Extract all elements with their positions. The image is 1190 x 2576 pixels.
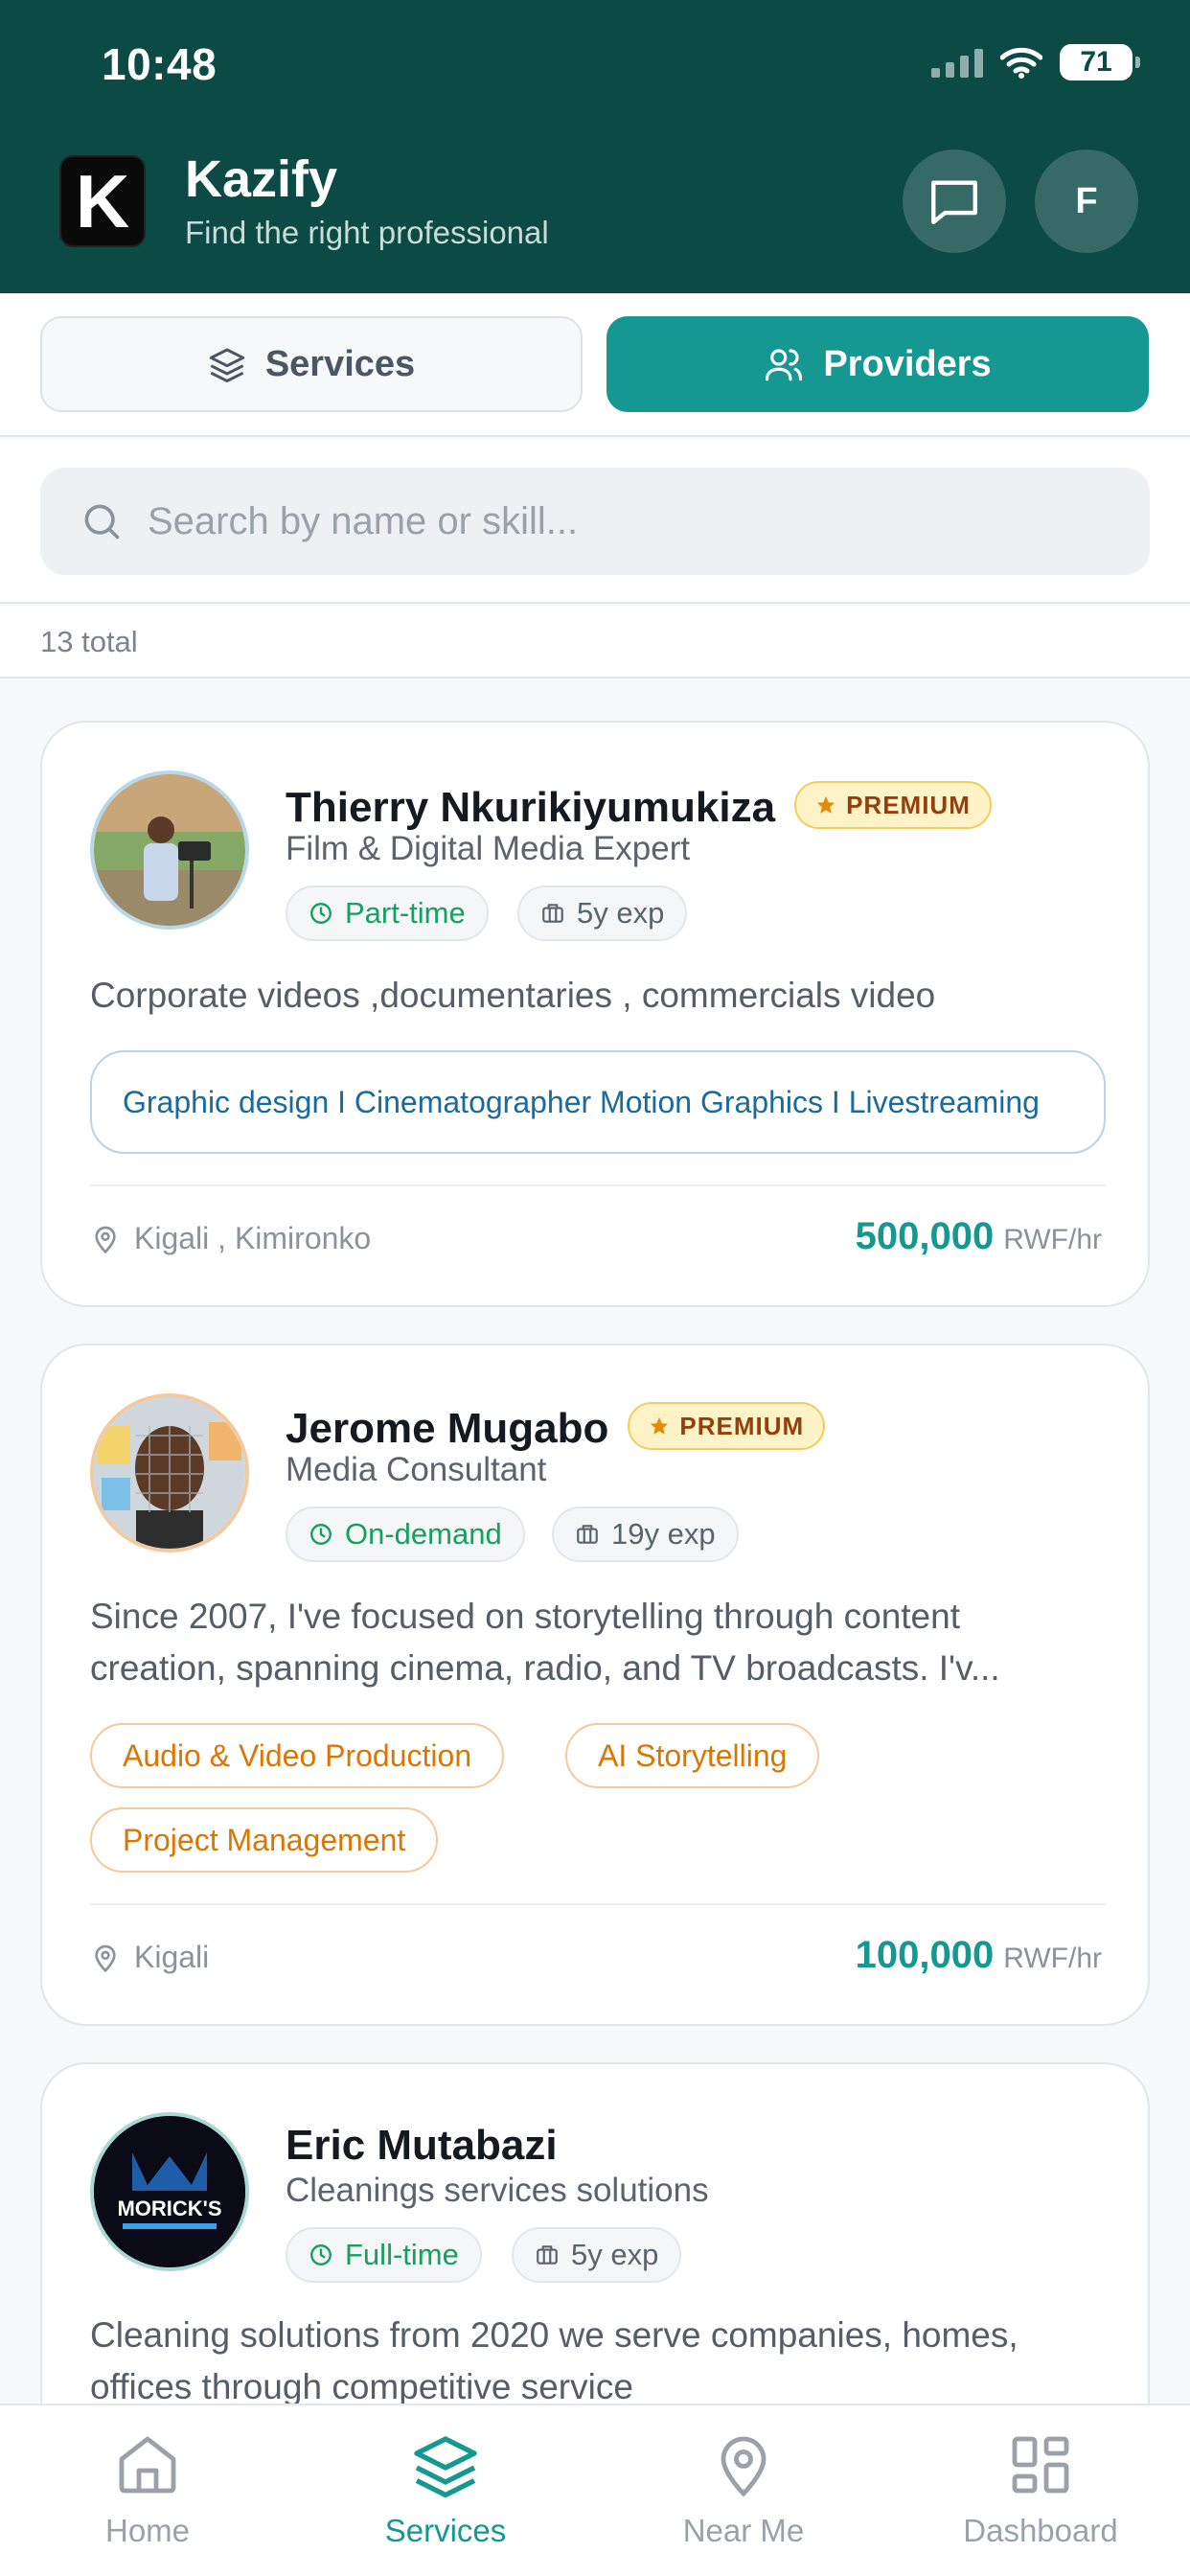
- clock-icon: [310, 1524, 332, 1545]
- clock-icon: [310, 903, 332, 924]
- price-unit: RWF/hr: [1003, 1943, 1102, 1974]
- tab-services-label: Services: [264, 343, 416, 384]
- tab-services[interactable]: Services: [40, 316, 583, 412]
- signal-icon: [931, 47, 983, 78]
- provider-location: Kigali , Kimironko: [90, 1221, 371, 1256]
- availability-chip: On-demand: [286, 1506, 525, 1562]
- nav-dashboard[interactable]: Dashboard: [926, 2430, 1156, 2549]
- results-count: 13 total: [40, 625, 138, 658]
- availability-label: Part-time: [345, 896, 466, 930]
- tab-providers[interactable]: Providers: [606, 316, 1149, 412]
- star-icon: [651, 1417, 669, 1436]
- status-icons: 71: [931, 44, 1140, 80]
- provider-name: Eric Mutabazi: [286, 2122, 558, 2169]
- star-icon: [816, 796, 835, 815]
- layers-icon: [414, 2436, 477, 2498]
- clock-icon: [310, 2244, 332, 2266]
- location-label: Kigali , Kimironko: [134, 1221, 372, 1255]
- skill-tag: Graphic design I Cinematographer Motion …: [90, 1050, 1106, 1154]
- view-tabs: Services Providers: [0, 293, 1190, 437]
- app-subtitle: Find the right professional: [185, 215, 549, 250]
- provider-description: Since 2007, I've focused on storytelling…: [90, 1597, 1000, 1688]
- nav-home-label: Home: [104, 2513, 191, 2548]
- search-icon: [84, 504, 120, 540]
- premium-badge: PREMIUM: [794, 781, 992, 830]
- provider-description: Cleaning solutions from 2020 we serve co…: [90, 2315, 1018, 2406]
- provider-card[interactable]: Thierry Nkurikiyumukiza PREMIUM Film & Di…: [40, 721, 1150, 1307]
- nav-dashboard-label: Dashboard: [963, 2513, 1118, 2548]
- map-pin-icon: [95, 1944, 116, 1972]
- layers-icon: [209, 348, 244, 382]
- briefcase-icon: [542, 904, 563, 923]
- experience-chip: 5y exp: [512, 2227, 682, 2283]
- price-amount: 100,000: [855, 1934, 995, 1976]
- premium-label: PREMIUM: [679, 1411, 805, 1440]
- messages-button[interactable]: [903, 150, 1006, 253]
- users-icon: [766, 349, 803, 381]
- tab-providers-label: Providers: [823, 343, 992, 384]
- premium-label: PREMIUM: [846, 790, 971, 819]
- experience-label: 19y exp: [611, 1517, 716, 1551]
- status-time: 10:48: [102, 39, 217, 89]
- card-divider: [90, 1184, 1106, 1186]
- map-pin-icon: [95, 1226, 116, 1254]
- app-header: 10:48 71 K Kazify Find the right profess…: [0, 0, 1190, 293]
- location-label: Kigali: [134, 1940, 210, 1974]
- card-divider: [90, 1903, 1106, 1905]
- battery-indicator: 71: [1060, 44, 1140, 80]
- skill-tag: AI Storytelling: [565, 1723, 820, 1788]
- provider-description: Corporate videos ,documentaries , commer…: [90, 976, 936, 1015]
- search-box[interactable]: [40, 468, 1150, 575]
- grid-icon: [1012, 2436, 1069, 2494]
- provider-role: Film & Digital Media Expert: [286, 830, 691, 867]
- chat-icon: [931, 180, 977, 224]
- price-amount: 500,000: [855, 1215, 995, 1257]
- provider-name: Jerome Mugabo: [286, 1405, 609, 1452]
- provider-avatar: [90, 1393, 249, 1552]
- provider-location: Kigali: [90, 1940, 209, 1975]
- profile-avatar-button[interactable]: F: [1035, 150, 1138, 253]
- avatar-logo-text: MORICK'S: [117, 2196, 221, 2220]
- nav-near-me-label: Near Me: [682, 2513, 805, 2548]
- price-unit: RWF/hr: [1003, 1224, 1102, 1255]
- nav-services[interactable]: Services: [331, 2430, 561, 2549]
- briefcase-icon: [537, 2245, 558, 2265]
- experience-chip: 5y exp: [517, 886, 688, 941]
- experience-label: 5y exp: [571, 2238, 659, 2271]
- nav-services-label: Services: [384, 2513, 507, 2548]
- availability-label: Full-time: [345, 2238, 459, 2271]
- availability-label: On-demand: [345, 1517, 502, 1551]
- provider-role: Media Consultant: [286, 1451, 547, 1488]
- app-logo: K: [59, 155, 146, 247]
- home-icon: [119, 2436, 176, 2494]
- search-section: [0, 439, 1190, 604]
- nav-near-me[interactable]: Near Me: [629, 2430, 858, 2549]
- skill-tag: Project Management: [90, 1807, 439, 1873]
- results-count-bar: 13 total: [0, 606, 1190, 678]
- provider-avatar: MORICK'S: [90, 2112, 249, 2271]
- skill-tag: Audio & Video Production: [90, 1723, 505, 1788]
- experience-chip: 19y exp: [552, 1506, 739, 1562]
- wifi-icon: [1000, 47, 1042, 79]
- availability-chip: Part-time: [286, 886, 489, 941]
- map-pin-icon: [721, 2436, 767, 2497]
- provider-price: 500,000 RWF/hr: [856, 1215, 1102, 1258]
- search-input[interactable]: [148, 499, 1087, 543]
- briefcase-icon: [577, 1525, 598, 1544]
- premium-badge: PREMIUM: [628, 1402, 826, 1451]
- provider-avatar: [90, 770, 249, 930]
- provider-role: Cleanings services solutions: [286, 2172, 709, 2209]
- provider-price: 100,000 RWF/hr: [856, 1934, 1102, 1977]
- bottom-navigation: Home Services Near Me Dashboard: [0, 2404, 1190, 2576]
- app-title: Kazify: [185, 150, 338, 208]
- nav-home[interactable]: Home: [33, 2430, 263, 2549]
- provider-card[interactable]: Jerome Mugabo PREMIUM Media Consultant On…: [40, 1344, 1150, 2026]
- experience-label: 5y exp: [577, 896, 665, 930]
- provider-name-row: Jerome Mugabo PREMIUM: [286, 1402, 826, 1455]
- provider-name: Thierry Nkurikiyumukiza: [286, 784, 776, 831]
- provider-name-row: Thierry Nkurikiyumukiza PREMIUM: [286, 781, 992, 834]
- availability-chip: Full-time: [286, 2227, 482, 2283]
